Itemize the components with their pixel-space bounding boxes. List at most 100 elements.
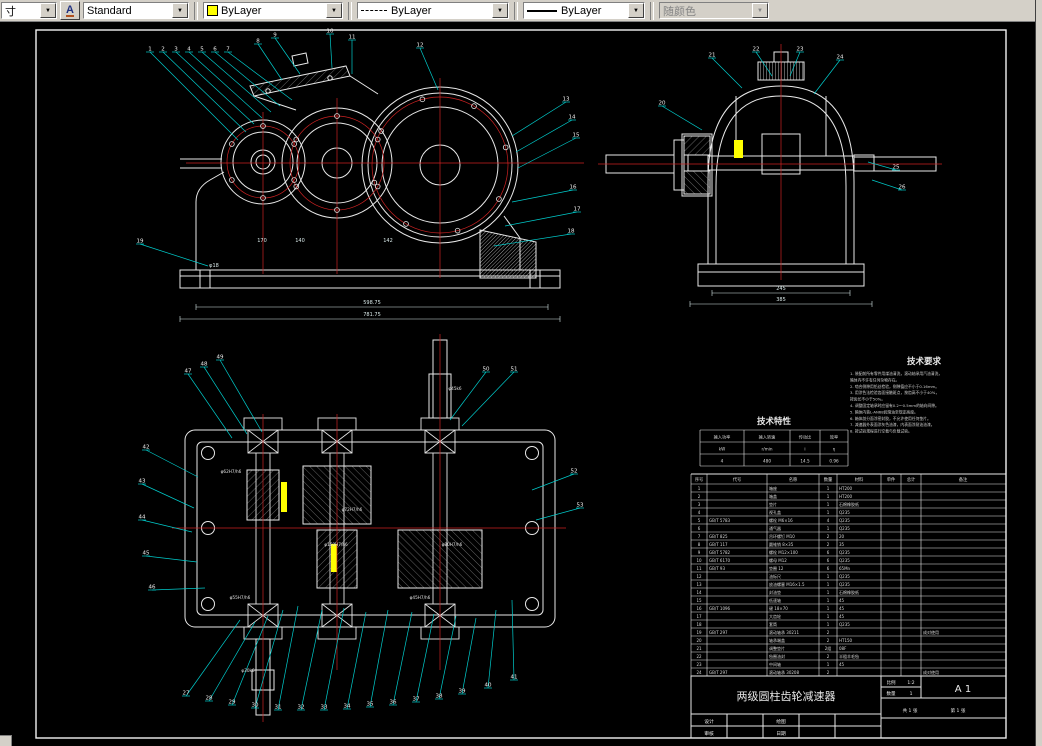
text-style-value: Standard <box>87 4 132 17</box>
bom-cell: 1 <box>698 486 701 491</box>
bom-cell: 6 <box>827 558 830 563</box>
balloon-number: 12 <box>417 43 424 49</box>
bom-cell: 1 <box>827 606 830 611</box>
bom-cell: 6 <box>827 566 830 571</box>
balloon-number: 36 <box>390 700 397 706</box>
bom-cell: 6 <box>827 550 830 555</box>
balloon-number: 11 <box>349 35 356 41</box>
balloon-number: 50 <box>483 367 490 373</box>
text-style-button[interactable]: A <box>60 1 80 20</box>
qty-label: 数量 <box>887 690 896 697</box>
tech-requirement-line: 8. 按试验规程进行空载与负载试验。 <box>850 429 912 434</box>
grid-line <box>208 621 256 702</box>
tech-requirement-line: 6. 箱体剖分面涂密封胶，不允许使用任何垫片。 <box>850 416 931 421</box>
text-style-combo[interactable]: Standard ▼ <box>83 2 189 19</box>
grid-line <box>257 43 283 81</box>
bom-cell: Q235 <box>839 550 850 555</box>
balloon-number: 13 <box>563 97 570 103</box>
bom-cell: 1 <box>827 590 830 595</box>
grid-line <box>185 619 241 697</box>
dimension-text: φ18 <box>209 263 219 269</box>
key-highlight <box>331 544 337 572</box>
grid-line <box>277 605 299 711</box>
bom-cell: 箱盖 <box>769 493 777 499</box>
bom-cell: 4 <box>827 518 830 523</box>
fit-label: φ45H7/h6 <box>410 595 431 600</box>
balloon-number: 45 <box>143 551 150 557</box>
cad-application-window: 寸 ▼ A Standard ▼ ByLayer ▼ ByLayer ▼ ByL… <box>0 0 1042 746</box>
bom-cell: 45 <box>839 598 845 603</box>
bom-cell: GB/T 5782 <box>709 550 731 555</box>
chevron-down-icon[interactable]: ▼ <box>172 3 188 18</box>
balloon-number: 52 <box>571 469 578 475</box>
chevron-down-icon[interactable]: ▼ <box>326 3 342 18</box>
tech-requirement-line: 4. 调整固定轴承时应留有0.2～0.5mm的轴向间隙。 <box>850 403 939 408</box>
color-value: ByLayer <box>221 4 262 17</box>
bom-cell: 45 <box>839 614 845 619</box>
bom-cell: 圆锥销 8×35 <box>769 541 794 547</box>
color-combo[interactable]: ByLayer ▼ <box>203 2 343 19</box>
balloon-number: 5 <box>200 47 204 53</box>
grid-line <box>531 473 575 491</box>
tech-char-header: 输入功率 <box>714 434 731 441</box>
scale-label: 比例 <box>887 679 896 686</box>
grid-line <box>187 373 233 439</box>
lineweight-combo[interactable]: ByLayer ▼ <box>523 2 645 19</box>
bom-header: 总计 <box>907 476 916 483</box>
window-right-edge <box>1035 0 1042 746</box>
bom-cell: 滚动轴承 30211 <box>769 629 799 635</box>
grid-line <box>369 609 389 708</box>
grid-line <box>145 449 199 478</box>
bom-cell: 垫圈 12 <box>769 565 784 571</box>
balloon-number: 15 <box>573 133 580 139</box>
tech-requirements: 技术要求 1. 装配前所有零件用煤油清洗，滚动轴承用汽油清洗， 箱体内不许有任何… <box>850 356 942 434</box>
balloon-number: 2 <box>161 47 165 53</box>
bom-cell: 11 <box>696 566 702 571</box>
bom-cell: 1 <box>827 526 830 531</box>
side-view <box>605 51 937 287</box>
balloon-number: 49 <box>217 355 224 361</box>
bom-cell: 15 <box>696 598 702 603</box>
bom-cell: 8 <box>698 542 701 547</box>
dim-style-combo[interactable]: 寸 ▼ <box>1 2 57 19</box>
grid-line <box>188 51 263 119</box>
bom-cell: 中间轴 <box>769 661 781 667</box>
scale-value: 1:2 <box>907 680 914 686</box>
bom-cell: 19 <box>696 630 702 635</box>
bom-cell: 1 <box>827 598 830 603</box>
checker-label: 审核 <box>704 730 714 737</box>
bom-cell: Q235 <box>839 622 850 627</box>
balloon-number: 26 <box>899 185 906 191</box>
fit-label: φ160H7/h6 <box>324 542 348 547</box>
fit-label: φ72H7/h6 <box>342 507 363 512</box>
qty-value: 1 <box>910 691 913 697</box>
bom-cell: 油标尺 <box>769 573 781 579</box>
fit-label: φ30k6 <box>241 668 255 673</box>
chevron-down-icon[interactable]: ▼ <box>40 3 56 18</box>
dimension-text: 142 <box>383 238 393 244</box>
balloon-number: 19 <box>137 239 144 245</box>
bom-cell: 10 <box>696 558 702 563</box>
sheet-count: 共 1 张 <box>903 707 918 714</box>
drawing-canvas[interactable]: 1 2 3 4 5 6 7 8 9 10 11 12 13 14 15 16 17 18 19 20 21 22 23 24 2… <box>0 22 1036 746</box>
bom-cell: 65Mn <box>839 566 851 571</box>
linetype-combo[interactable]: ByLayer ▼ <box>357 2 509 19</box>
grid-line <box>813 59 841 95</box>
chevron-down-icon[interactable]: ▼ <box>628 3 644 18</box>
bom-cell: GB/T 117 <box>709 542 728 547</box>
bom-cell: 24 <box>696 670 702 675</box>
balloon-number: 23 <box>797 47 804 53</box>
toolbar-separator <box>650 1 654 20</box>
bom-cell: 5 <box>698 518 701 523</box>
bom-cell: 大齿轮 <box>769 613 781 619</box>
bom-cell: 9 <box>698 550 701 555</box>
grid-line <box>139 243 209 267</box>
grid-line <box>141 483 195 509</box>
grid-line <box>511 189 574 203</box>
bom-cell: 45 <box>839 606 845 611</box>
chevron-down-icon[interactable]: ▼ <box>492 3 508 18</box>
bom-cell: 1 <box>827 622 830 627</box>
grid-line <box>449 371 487 421</box>
text-style-icon: A <box>66 3 74 17</box>
linetype-value: ByLayer <box>391 4 432 17</box>
